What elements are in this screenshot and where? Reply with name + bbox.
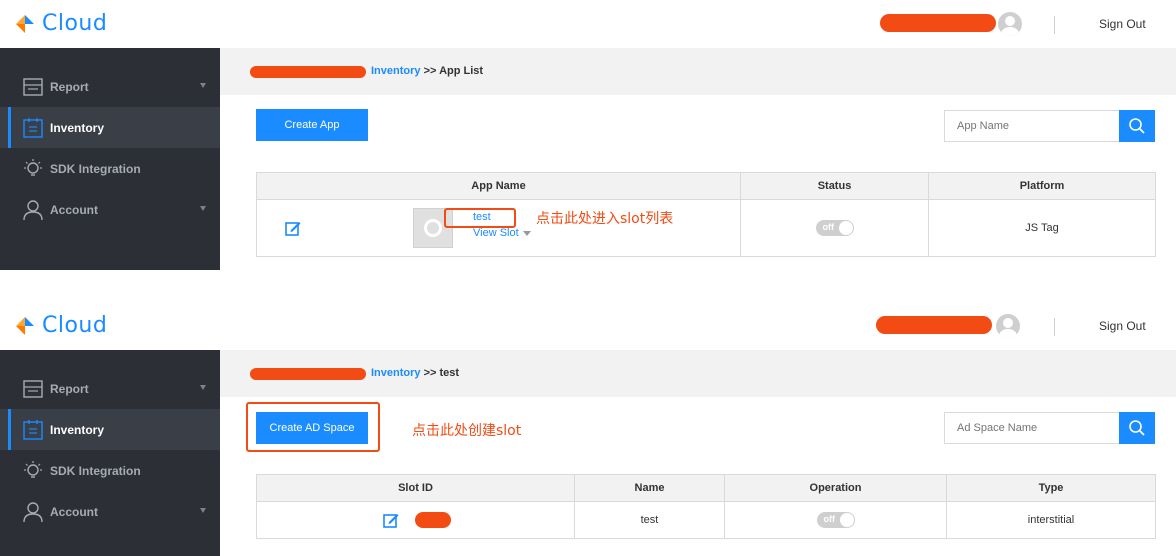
- slot-table: Slot ID Name Operation Type test off int…: [256, 474, 1156, 539]
- sign-out-link[interactable]: Sign Out: [1099, 17, 1146, 31]
- breadcrumb-link-inventory[interactable]: Inventory: [371, 367, 421, 379]
- edit-icon[interactable]: [383, 512, 399, 528]
- sidebar-item-label: Report: [50, 79, 89, 94]
- logo-text: Cloud: [42, 313, 108, 338]
- sidebar-item-sdk-integration[interactable]: SDK Integration: [0, 148, 220, 189]
- cloud-logo-icon: [16, 14, 34, 33]
- search-button[interactable]: [1119, 110, 1155, 142]
- account-icon: [23, 200, 43, 221]
- breadcrumb: Inventory >> App List: [220, 48, 1176, 95]
- divider: [1054, 318, 1055, 336]
- sidebar-item-label: Report: [50, 381, 89, 396]
- report-icon: [23, 78, 43, 96]
- cloud-logo-icon: [16, 316, 34, 335]
- slot-name-cell: test: [575, 502, 725, 538]
- table-header: Slot ID Name Operation Type: [257, 475, 1155, 502]
- sidebar-item-label: Account: [50, 504, 98, 519]
- table-row: test off interstitial: [257, 502, 1155, 538]
- redacted-breadcrumb: [250, 368, 366, 380]
- breadcrumb-current: App List: [439, 65, 484, 77]
- annotation-highlight-box: [444, 208, 516, 228]
- sdk-bulb-icon: [24, 159, 42, 176]
- operation-toggle[interactable]: off: [816, 512, 855, 528]
- redacted-username: [880, 14, 996, 32]
- slot-type-cell: interstitial: [1027, 514, 1075, 526]
- sign-out-link[interactable]: Sign Out: [1099, 319, 1146, 333]
- breadcrumb: Inventory >> test: [220, 350, 1176, 397]
- sidebar-item-label: Inventory: [50, 422, 105, 437]
- sidebar-item-label: SDK Integration: [50, 463, 141, 478]
- breadcrumb-separator: >>: [423, 367, 437, 379]
- breadcrumb-current: test: [439, 367, 460, 379]
- column-header-slot-id[interactable]: Slot ID: [257, 475, 575, 501]
- column-header-type[interactable]: Type: [947, 475, 1155, 501]
- redacted-username: [876, 316, 992, 334]
- chevron-down-icon: [200, 508, 206, 513]
- redacted-slot-id: [415, 512, 451, 528]
- top-bar: Cloud Sign Out: [0, 0, 1176, 48]
- sidebar-item-label: SDK Integration: [50, 161, 141, 176]
- search-input[interactable]: [944, 110, 1119, 142]
- sidebar-item-inventory[interactable]: Inventory: [0, 107, 220, 148]
- sidebar-item-label: Inventory: [50, 120, 105, 135]
- search-input[interactable]: [944, 412, 1119, 444]
- app-table: App Name Status Platform test View Slot …: [256, 172, 1156, 257]
- avatar[interactable]: [998, 12, 1022, 36]
- sidebar-item-sdk-integration[interactable]: SDK Integration: [0, 450, 220, 491]
- inventory-icon: [23, 420, 43, 440]
- chevron-down-icon: [200, 385, 206, 390]
- view-slot-link[interactable]: View Slot: [473, 227, 531, 239]
- edit-icon[interactable]: [285, 220, 301, 236]
- breadcrumb-separator: >>: [423, 65, 437, 77]
- platform-cell: JS Tag: [1025, 222, 1059, 234]
- annotation-text: 点击此处进入slot列表: [536, 211, 674, 227]
- search-button[interactable]: [1119, 412, 1155, 444]
- column-header-operation[interactable]: Operation: [725, 475, 947, 501]
- column-header-name[interactable]: Name: [575, 475, 725, 501]
- column-header-status[interactable]: Status: [741, 173, 929, 199]
- breadcrumb-link-inventory[interactable]: Inventory: [371, 65, 421, 77]
- table-header: App Name Status Platform: [257, 173, 1155, 200]
- annotation-highlight-box: [246, 402, 380, 452]
- inventory-icon: [23, 118, 43, 138]
- search-icon: [1129, 420, 1145, 436]
- logo[interactable]: Cloud: [14, 313, 107, 338]
- create-app-button[interactable]: Create App: [256, 109, 368, 141]
- app-list-screen: Cloud Sign Out Report Inventory SDK Inte…: [0, 0, 1176, 270]
- chevron-down-icon: [200, 206, 206, 211]
- search-icon: [1129, 118, 1145, 134]
- sidebar-item-label: Account: [50, 202, 98, 217]
- sidebar: Report Inventory SDK Integration Account: [0, 48, 220, 270]
- slot-list-screen: Cloud Sign Out Report Inventory SDK Inte…: [0, 302, 1176, 556]
- caret-down-icon: [522, 230, 531, 236]
- avatar[interactable]: [996, 314, 1020, 338]
- chevron-down-icon: [200, 83, 206, 88]
- sidebar-item-account[interactable]: Account: [0, 491, 220, 532]
- sidebar-item-account[interactable]: Account: [0, 189, 220, 230]
- sidebar-item-inventory[interactable]: Inventory: [0, 409, 220, 450]
- sidebar: Report Inventory SDK Integration Account: [0, 350, 220, 556]
- column-header-platform[interactable]: Platform: [929, 173, 1155, 199]
- table-row: test View Slot off JS Tag: [257, 200, 1155, 256]
- divider: [1054, 16, 1055, 34]
- logo-text: Cloud: [42, 11, 108, 36]
- account-icon: [23, 502, 43, 523]
- annotation-text: 点击此处创建slot: [412, 423, 522, 439]
- redacted-breadcrumb: [250, 66, 366, 78]
- sidebar-item-report[interactable]: Report: [0, 66, 220, 107]
- column-header-app-name[interactable]: App Name: [257, 173, 741, 199]
- sidebar-item-report[interactable]: Report: [0, 368, 220, 409]
- logo[interactable]: Cloud: [14, 11, 107, 36]
- sdk-bulb-icon: [24, 461, 42, 478]
- top-bar: Cloud Sign Out: [0, 302, 1176, 350]
- status-toggle[interactable]: off: [815, 220, 854, 236]
- report-icon: [23, 380, 43, 398]
